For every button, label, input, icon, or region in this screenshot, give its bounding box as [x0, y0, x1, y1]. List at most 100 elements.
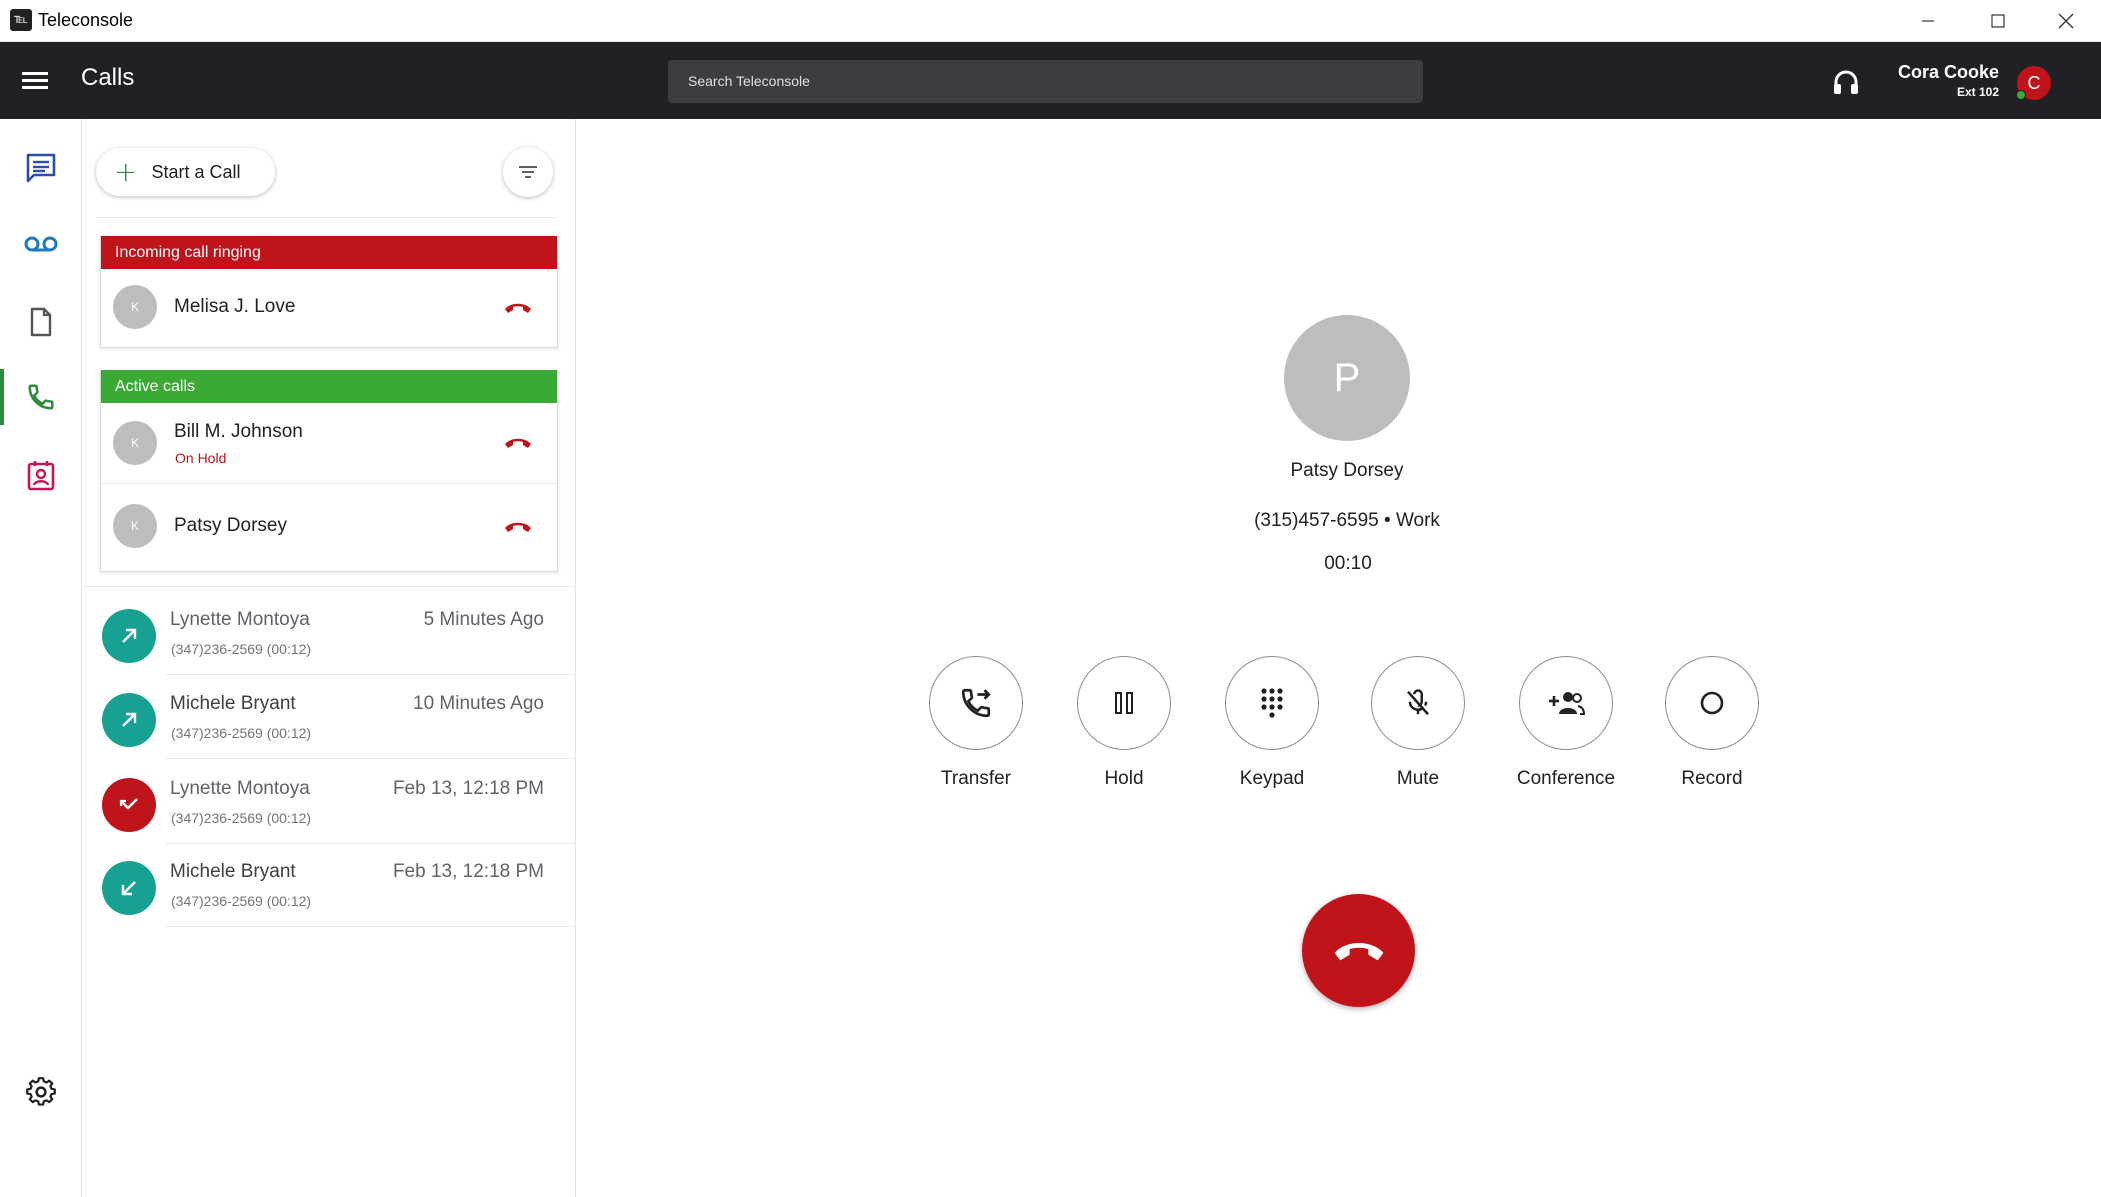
recent-call-name: Lynette Montoya: [170, 778, 310, 799]
rail-item-settings[interactable]: [0, 1056, 82, 1128]
phone-icon: [28, 384, 54, 410]
presence-indicator: [2016, 90, 2026, 100]
dialpad-icon: [1261, 688, 1283, 718]
conference-circle[interactable]: [1519, 656, 1613, 750]
call-row[interactable]: K Melisa J. Love: [101, 269, 557, 347]
contacts-icon: [27, 461, 55, 491]
conference-button[interactable]: Conference: [1491, 656, 1641, 796]
active-calls-group: Active calls K Bill M. Johnson On Hold K…: [100, 370, 558, 572]
keypad-circle[interactable]: [1225, 656, 1319, 750]
caller-avatar: K: [113, 421, 157, 465]
rail-item-messages[interactable]: [0, 132, 82, 204]
recent-call-time: Feb 13, 12:18 PM: [392, 861, 544, 882]
minimize-button[interactable]: [1893, 0, 1963, 42]
hold-circle[interactable]: [1077, 656, 1171, 750]
page-title: Calls: [81, 64, 135, 91]
search-input[interactable]: Search Teleconsole: [668, 60, 1423, 103]
call-duration: 00:10: [1324, 553, 1372, 574]
call-status: On Hold: [175, 450, 227, 466]
current-caller-avatar: P: [1284, 315, 1410, 441]
caller-name: Melisa J. Love: [174, 296, 296, 317]
recent-call-detail: (347)236-2569 (00:12): [171, 810, 312, 826]
recent-call-detail: (347)236-2569 (00:12): [171, 893, 312, 909]
hang-up-icon[interactable]: [503, 435, 533, 451]
headset-icon: [1834, 70, 1858, 94]
close-button[interactable]: [2031, 0, 2101, 42]
transfer-circle[interactable]: [929, 656, 1023, 750]
mute-circle[interactable]: [1371, 656, 1465, 750]
start-call-button[interactable]: + Start a Call: [96, 148, 275, 196]
hang-up-icon: [1334, 942, 1383, 960]
keypad-button[interactable]: Keypad: [1197, 656, 1347, 796]
user-extension: Ext 102: [1956, 85, 1999, 99]
recent-call-time: Feb 13, 12:18 PM: [392, 778, 544, 799]
incoming-calls-group: Incoming call ringing K Melisa J. Love: [100, 236, 558, 348]
hamburger-menu-icon: [22, 72, 48, 89]
transfer-icon: [961, 688, 991, 718]
conference-label: Conference: [1516, 768, 1616, 789]
menu-button[interactable]: [18, 66, 54, 96]
end-call-button[interactable]: [1302, 894, 1415, 1007]
maximize-button[interactable]: [1963, 0, 2033, 42]
nav-rail: [0, 119, 82, 1197]
recent-call-item[interactable]: Lynette Montoya (347)236-2569 (00:12) 5 …: [82, 591, 576, 675]
filter-button[interactable]: [503, 147, 553, 197]
app-header: Calls Search Teleconsole Cora Cooke Ext …: [0, 42, 2101, 119]
window-titlebar: ℡ Teleconsole: [0, 0, 2101, 42]
caller-name: Patsy Dorsey: [174, 515, 287, 536]
recent-call-time: 10 Minutes Ago: [413, 693, 544, 714]
divider: [82, 586, 576, 587]
voicemail-icon: [24, 236, 58, 252]
recent-call-item[interactable]: Michele Bryant (347)236-2569 (00:12) 10 …: [82, 675, 576, 759]
headset-button[interactable]: [1830, 67, 1862, 97]
hold-button[interactable]: Hold: [1049, 656, 1199, 796]
recent-call-detail: (347)236-2569 (00:12): [171, 725, 312, 741]
hold-label: Hold: [1104, 768, 1144, 789]
hang-up-icon[interactable]: [503, 519, 533, 535]
plus-icon: +: [114, 155, 138, 188]
recent-call-name: Michele Bryant: [170, 861, 296, 882]
current-caller-number: (315)457-6595 • Work: [1254, 510, 1440, 531]
outgoing-call-icon: [102, 693, 156, 747]
caller-avatar: K: [113, 285, 157, 329]
current-call-pane: P Patsy Dorsey (315)457-6595 • Work 00:1…: [576, 119, 2101, 1197]
incoming-call-icon: [102, 861, 156, 915]
recent-call-name: Michele Bryant: [170, 693, 296, 714]
recent-call-item[interactable]: Lynette Montoya (347)236-2569 (00:12) Fe…: [82, 760, 576, 844]
settings-icon: [26, 1077, 56, 1106]
recent-call-item[interactable]: Michele Bryant (347)236-2569 (00:12) Feb…: [82, 843, 576, 927]
missed-call-icon: [102, 778, 156, 832]
hang-up-icon[interactable]: [503, 300, 533, 316]
teleconsole-app: ℡ Teleconsole Calls Search Teleconsole C…: [0, 0, 2101, 1197]
record-label: Record: [1681, 768, 1743, 789]
user-name[interactable]: Cora Cooke: [1898, 62, 1999, 83]
app-logo-icon: ℡: [10, 9, 32, 31]
window-title: Teleconsole: [38, 10, 134, 30]
active-calls-header: Active calls: [101, 370, 557, 403]
transfer-button[interactable]: Transfer: [901, 656, 1051, 796]
divider: [166, 758, 576, 759]
rail-item-voicemail[interactable]: [0, 208, 82, 280]
record-circle[interactable]: [1665, 656, 1759, 750]
recent-call-time: 5 Minutes Ago: [423, 609, 544, 630]
recent-call-detail: (347)236-2569 (00:12): [171, 641, 312, 657]
call-row[interactable]: K Patsy Dorsey: [101, 483, 557, 571]
mute-button[interactable]: Mute: [1343, 656, 1493, 796]
transfer-label: Transfer: [940, 768, 1012, 789]
mute-label: Mute: [1396, 768, 1440, 789]
filter-icon: [519, 166, 537, 178]
mic-off-icon: [1407, 689, 1429, 716]
rail-item-calls[interactable]: [0, 361, 82, 433]
record-button[interactable]: Record: [1637, 656, 1787, 796]
close-icon: [2058, 13, 2074, 29]
rail-item-contacts[interactable]: [0, 439, 82, 511]
outgoing-call-icon: [102, 609, 156, 663]
record-icon: [1700, 691, 1724, 715]
caller-name: Bill M. Johnson: [174, 421, 303, 442]
caller-avatar: K: [113, 504, 157, 548]
add-group-icon: [1549, 692, 1585, 715]
message-icon: [26, 153, 56, 183]
call-row[interactable]: K Bill M. Johnson On Hold: [101, 403, 557, 483]
start-call-label: Start a Call: [151, 161, 241, 182]
rail-item-files[interactable]: [0, 286, 82, 358]
